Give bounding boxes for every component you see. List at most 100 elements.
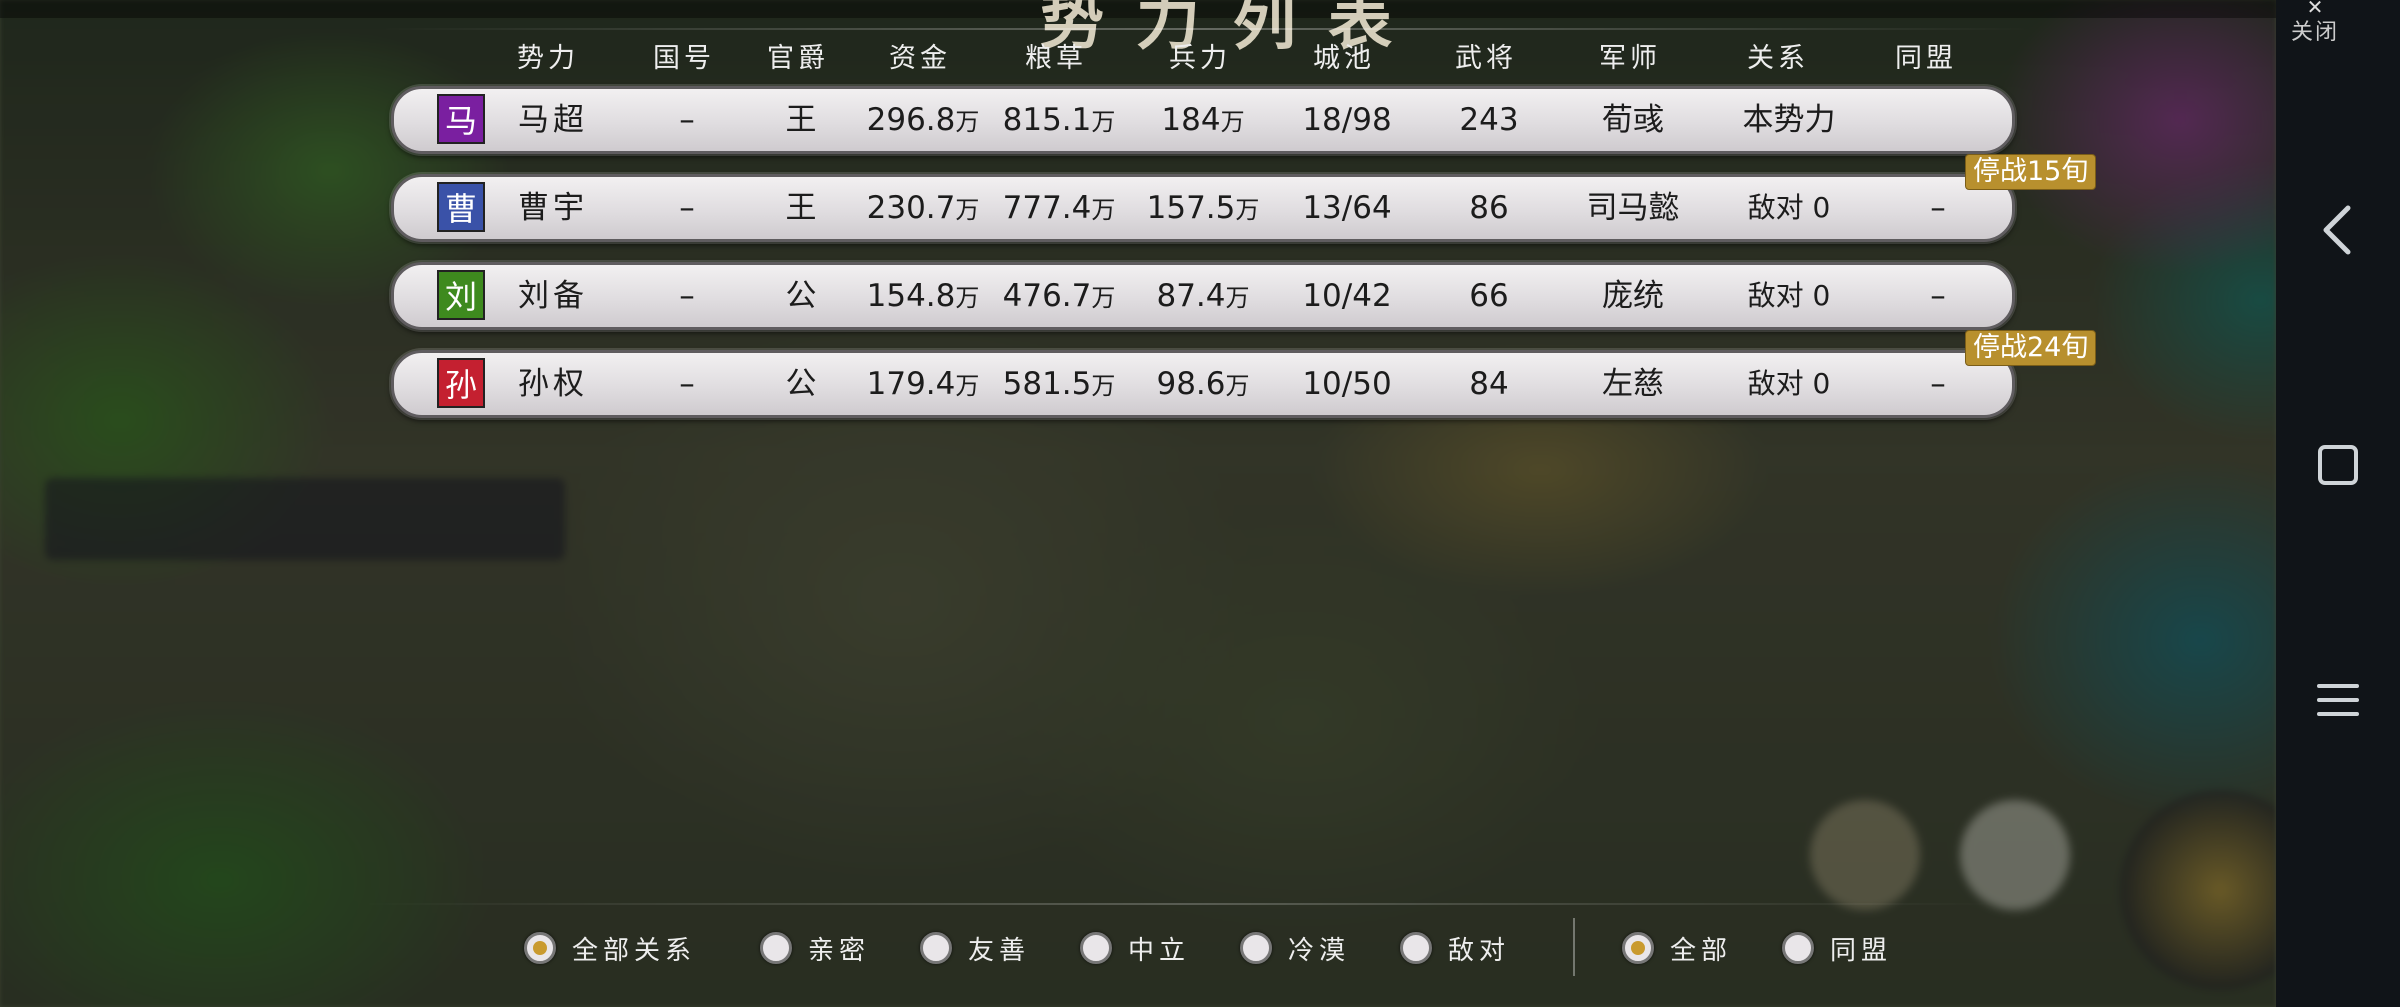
radio-dot[interactable]	[524, 932, 556, 964]
faction-troops-value: 98.6	[1156, 366, 1226, 402]
faction-troops-value: 184	[1161, 102, 1221, 138]
radio-label: 敌对	[1448, 935, 1511, 966]
relation-filter-radio[interactable]: 全部关系	[524, 927, 696, 969]
unit-wan: 万	[955, 284, 980, 312]
faction-funds: 296.8万	[867, 89, 980, 151]
faction-troops: 184万	[1161, 89, 1244, 151]
faction-advisor: 司马懿	[1586, 190, 1680, 226]
col-header-faction: 势力	[517, 43, 579, 74]
faction-food: 581.5万	[1003, 353, 1116, 415]
faction-alliance: –	[1930, 190, 1946, 226]
menu-button[interactable]	[2276, 660, 2400, 740]
faction-funds-value: 230.7	[866, 190, 956, 226]
alliance-filter-radio[interactable]: 全部	[1622, 927, 1732, 969]
back-button[interactable]	[2276, 190, 2400, 270]
faction-row[interactable]: 孙孙权 – 公 10/50 84 左慈 敌对 0–179.4万 581.5万 98.6万	[391, 350, 2015, 418]
col-header-rank: 官爵	[767, 43, 829, 74]
truce-badge: 停战24旬	[1965, 330, 2097, 366]
filter-divider	[360, 903, 2000, 905]
unit-wan: 万	[1091, 196, 1116, 224]
faction-generals: 84	[1469, 366, 1509, 402]
faction-rank: 公	[785, 366, 817, 402]
faction-relation: 敌对 0	[1747, 279, 1831, 312]
faction-row[interactable]: 刘刘备 – 公 10/42 66 庞统 敌对 0–154.8万 476.7万 87.4万	[391, 262, 2015, 330]
faction-row[interactable]: 曹曹宇 – 王 13/64 86 司马懿 敌对 0–230.7万 777.4万 157.5万	[391, 174, 2015, 242]
faction-guohao: –	[679, 278, 695, 314]
faction-generals: 86	[1469, 190, 1509, 226]
faction-funds: 230.7万	[867, 177, 980, 239]
col-header-food: 粮草	[1025, 43, 1087, 74]
faction-food-value: 815.1	[1002, 102, 1092, 138]
relation-filter-radio[interactable]: 亲密	[760, 927, 870, 969]
faction-troops: 87.4万	[1156, 265, 1249, 327]
alliance-filter-radio[interactable]: 同盟	[1782, 927, 1892, 969]
radio-label: 友善	[968, 935, 1031, 966]
blurred-skill-button	[1810, 800, 1920, 910]
faction-cities: 18/98	[1302, 102, 1392, 138]
faction-generals: 66	[1469, 278, 1509, 314]
col-header-relation: 关系	[1747, 43, 1809, 74]
faction-cities: 13/64	[1302, 190, 1392, 226]
close-button[interactable]: ✕ 关闭	[2270, 0, 2360, 46]
faction-advisor: 荀彧	[1602, 102, 1664, 138]
unit-wan: 万	[1225, 284, 1250, 312]
faction-food: 777.4万	[1003, 177, 1116, 239]
faction-alliance: –	[1930, 366, 1946, 402]
faction-relation: 敌对 0	[1747, 367, 1831, 400]
faction-relation: 敌对 0	[1747, 191, 1831, 224]
radio-label: 全部关系	[572, 935, 697, 966]
radio-label: 亲密	[808, 935, 871, 966]
faction-rank: 公	[785, 278, 817, 314]
relation-filter-radio[interactable]: 友善	[920, 927, 1030, 969]
radio-label: 中立	[1128, 935, 1191, 966]
close-label: 关闭	[2290, 20, 2339, 45]
table-header: 势力 国号 官爵 资金 粮草 兵力 城池 武将 军师 关系 同盟	[0, 36, 2400, 76]
faction-badge: 曹	[437, 182, 485, 232]
unit-wan: 万	[1091, 108, 1116, 136]
system-nav-bar	[2276, 0, 2400, 1007]
faction-food: 476.7万	[1003, 265, 1116, 327]
faction-food-value: 476.7	[1002, 278, 1092, 314]
faction-funds: 179.4万	[867, 353, 980, 415]
faction-funds-value: 179.4	[866, 366, 956, 402]
blurred-hud-strip	[45, 478, 565, 560]
col-header-guohao: 国号	[653, 43, 715, 74]
radio-label: 全部	[1670, 935, 1733, 966]
radio-label: 冷漠	[1288, 935, 1351, 966]
col-header-troops: 兵力	[1169, 43, 1231, 74]
radio-dot[interactable]	[760, 932, 792, 964]
recent-apps-icon	[2318, 445, 2358, 485]
relation-filter-radio[interactable]: 冷漠	[1240, 927, 1350, 969]
relation-filter-radio[interactable]: 中立	[1080, 927, 1190, 969]
unit-wan: 万	[955, 108, 980, 136]
radio-dot[interactable]	[1240, 932, 1272, 964]
faction-advisor: 庞统	[1602, 278, 1664, 314]
col-header-cities: 城池	[1313, 43, 1375, 74]
back-icon	[2323, 205, 2351, 255]
menu-icon	[2317, 684, 2359, 716]
radio-dot[interactable]	[1080, 932, 1112, 964]
faction-guohao: –	[679, 190, 695, 226]
faction-row[interactable]: 马马超 – 王 18/98 243 荀彧 本势力 296.8万 815.1万 184万	[391, 86, 2015, 154]
close-icon: ✕	[2306, 0, 2324, 19]
faction-food-value: 581.5	[1002, 366, 1092, 402]
relation-filter-radio[interactable]: 敌对	[1400, 927, 1510, 969]
faction-funds-value: 296.8	[866, 102, 956, 138]
radio-dot[interactable]	[1782, 932, 1814, 964]
unit-wan: 万	[1235, 196, 1260, 224]
faction-food: 815.1万	[1003, 89, 1116, 151]
recent-apps-button[interactable]	[2276, 425, 2400, 505]
radio-dot[interactable]	[920, 932, 952, 964]
faction-name: 刘备	[518, 278, 588, 314]
faction-name: 马超	[518, 102, 588, 138]
faction-relation: 本势力	[1742, 102, 1836, 138]
faction-rank: 王	[785, 190, 817, 226]
faction-badge: 马	[437, 94, 485, 144]
faction-troops: 157.5万	[1147, 177, 1260, 239]
faction-advisor: 左慈	[1602, 366, 1664, 402]
faction-cities: 10/50	[1302, 366, 1392, 402]
title-divider	[380, 28, 2030, 30]
radio-dot[interactable]	[1622, 932, 1654, 964]
radio-dot[interactable]	[1400, 932, 1432, 964]
unit-wan: 万	[955, 372, 980, 400]
